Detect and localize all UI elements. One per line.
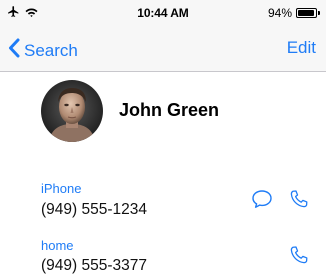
avatar [41,80,103,142]
phone-icon[interactable] [288,188,310,215]
battery-nub [318,11,320,15]
phone-label-home: home [41,238,74,253]
phone-icon[interactable] [288,244,310,271]
status-bar: 10:44 AM 94% [0,0,326,28]
contact-name: John Green [119,100,220,120]
status-right: 94% [268,6,320,20]
chevron-left-icon [8,38,20,63]
avatar-image [41,80,103,142]
phone-number-home[interactable]: (949) 555-3377 [41,257,147,275]
battery-fill [298,10,314,16]
navigation-bar: Search Edit [0,28,326,72]
battery-icon [296,8,317,18]
back-button-label: Search [24,40,78,60]
message-icon[interactable] [251,189,273,214]
edit-button[interactable]: Edit [287,38,316,58]
back-button[interactable]: Search [8,38,78,63]
phone-label-iphone: iPhone [41,181,82,196]
phone-number-iphone[interactable]: (949) 555-1234 [41,201,147,219]
battery-percent: 94% [267,6,292,20]
